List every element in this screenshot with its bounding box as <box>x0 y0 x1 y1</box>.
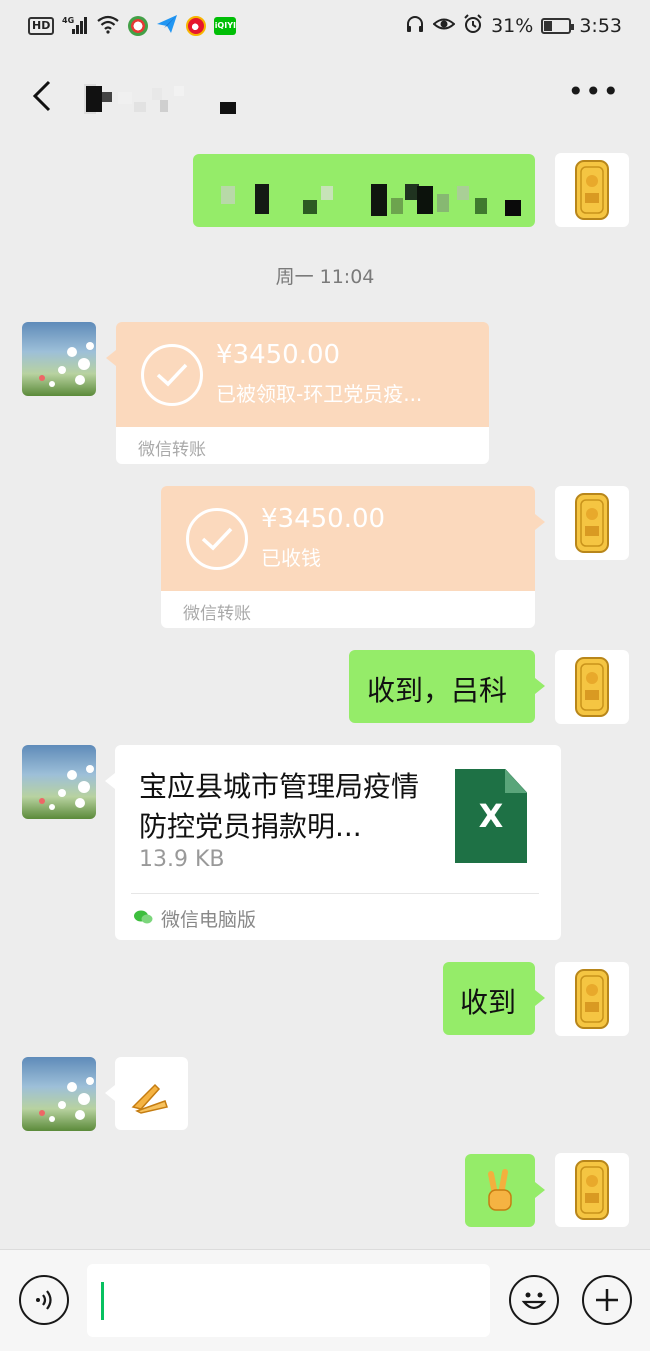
battery-icon <box>541 18 575 34</box>
hd-icon: HD <box>28 17 55 35</box>
message-text: 收到，吕科 <box>367 674 508 707</box>
file-size: 13.9 KB <box>139 847 225 872</box>
file-source: 微信电脑版 <box>161 909 257 931</box>
iqiyi-icon: iQIYI <box>214 17 237 35</box>
weibo-icon <box>186 16 207 36</box>
clock: 3:53 <box>579 15 622 37</box>
transfer-amount: ¥3450.00 <box>216 340 341 370</box>
message-bubble-redacted[interactable] <box>193 154 535 227</box>
back-button[interactable] <box>22 76 62 116</box>
message-input[interactable] <box>87 1264 490 1337</box>
transfer-card-collected[interactable]: ¥3450.00 已收钱 微信转账 <box>161 486 545 628</box>
gold-bar-avatar-icon <box>575 493 609 553</box>
chat-input-bar <box>0 1249 650 1351</box>
text-caret <box>101 1282 104 1320</box>
redacted-text <box>221 184 521 216</box>
transfer-card-received[interactable]: ¥3450.00 已被领取-环卫党员疫... 微信转账 <box>106 322 489 464</box>
more-functions-button[interactable] <box>582 1275 632 1325</box>
chat-header: ••• <box>0 52 650 140</box>
check-circle-icon <box>141 344 203 406</box>
eye-icon <box>432 14 456 39</box>
message-bubble-text[interactable]: 收到 <box>443 962 545 1035</box>
wifi-icon <box>96 14 120 39</box>
transfer-status: 已被领取-环卫党员疫... <box>216 382 423 406</box>
file-message-card[interactable]: 宝应县城市管理局疫情防控党员捐款明... 13.9 KB X 微信电脑版 <box>105 745 561 940</box>
voice-input-button[interactable] <box>19 1275 69 1325</box>
avatar-other[interactable] <box>22 1057 96 1131</box>
file-card-divider <box>131 893 539 894</box>
emoji-button[interactable] <box>509 1275 559 1325</box>
avatar-self[interactable] <box>555 1153 629 1227</box>
gold-bar-avatar-icon <box>575 1160 609 1220</box>
plus-icon <box>596 1289 618 1311</box>
flower-avatar-image <box>39 765 94 810</box>
battery-level-fill <box>544 21 553 31</box>
gold-bar-avatar-icon <box>575 657 609 717</box>
avatar-self[interactable] <box>555 650 629 724</box>
paper-plane-icon <box>156 14 178 39</box>
transfer-footer: 微信转账 <box>116 427 489 464</box>
transfer-card-body: ¥3450.00 已被领取-环卫党员疫... <box>116 322 489 427</box>
transfer-card-body: ¥3450.00 已收钱 <box>161 486 535 591</box>
smiley-icon <box>521 1292 547 1310</box>
avatar-self[interactable] <box>555 486 629 560</box>
gold-bar-avatar-icon <box>575 160 609 220</box>
flower-avatar-image <box>39 342 94 387</box>
avatar-self[interactable] <box>555 153 629 227</box>
avatar-other[interactable] <box>22 745 96 819</box>
transfer-status: 已收钱 <box>261 546 321 570</box>
excel-letter: X <box>478 797 504 835</box>
message-timestamp: 周一 11:04 <box>275 266 375 288</box>
praying-hands-emoji <box>131 1083 168 1114</box>
signal-icon: 4G <box>62 15 88 38</box>
status-right: 31% 3:53 <box>405 13 622 39</box>
battery-percent: 31% <box>491 15 534 37</box>
check-circle-icon <box>186 508 248 570</box>
avatar-self[interactable] <box>555 962 629 1036</box>
victory-hand-emoji <box>488 1169 512 1211</box>
network-type-label: 4G <box>62 16 74 25</box>
message-bubble-emoji[interactable] <box>105 1057 188 1130</box>
more-options-button[interactable]: ••• <box>567 78 620 106</box>
file-name: 宝应县城市管理局疫情防控党员捐款明... <box>139 770 420 843</box>
chat-title-redacted <box>82 78 242 118</box>
status-left: HD 4G iQIYI <box>28 14 237 39</box>
voice-icon <box>36 1290 52 1310</box>
wechat-icon <box>134 910 153 924</box>
alarm-icon <box>463 13 483 39</box>
message-bubble-text[interactable]: 收到，吕科 <box>349 650 545 723</box>
status-bar: HD 4G iQIYI 31% 3:53 <box>0 0 650 52</box>
flower-avatar-image <box>39 1077 94 1122</box>
app-icon <box>128 16 149 36</box>
avatar-other[interactable] <box>22 322 96 396</box>
chevron-left-icon <box>32 80 51 112</box>
message-bubble-emoji[interactable] <box>465 1154 545 1227</box>
gold-bar-avatar-icon <box>575 969 609 1029</box>
transfer-footer: 微信转账 <box>161 591 535 628</box>
message-text: 收到 <box>460 986 517 1019</box>
headphones-icon <box>405 14 425 39</box>
transfer-amount: ¥3450.00 <box>261 504 386 534</box>
